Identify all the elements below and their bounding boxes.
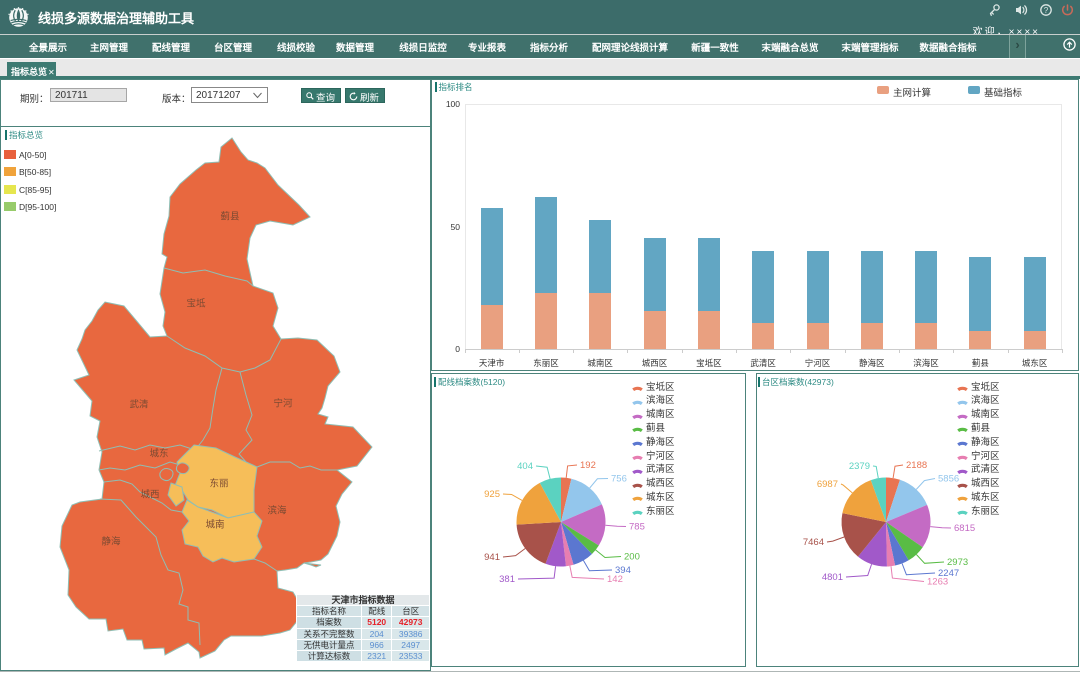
svg-text:6987: 6987	[817, 479, 838, 490]
svg-text:滨海: 滨海	[267, 505, 287, 517]
svg-text:2379: 2379	[849, 461, 870, 472]
svg-text:785: 785	[629, 522, 645, 533]
svg-text:城东: 城东	[149, 448, 168, 460]
svg-text:4801: 4801	[822, 572, 843, 583]
svg-text:?: ?	[1044, 6, 1049, 15]
svg-text:142: 142	[607, 574, 623, 585]
svg-text:城南: 城南	[205, 519, 224, 531]
svg-text:381: 381	[499, 574, 515, 585]
svg-text:5856: 5856	[938, 474, 959, 485]
svg-text:宝坻: 宝坻	[186, 298, 206, 310]
svg-text:城西: 城西	[140, 490, 159, 501]
svg-text:东丽: 东丽	[209, 478, 228, 490]
svg-text:2973: 2973	[947, 557, 968, 568]
svg-text:200: 200	[624, 552, 640, 563]
svg-text:941: 941	[484, 552, 500, 563]
svg-text:蓟县: 蓟县	[220, 211, 239, 223]
svg-text:武清: 武清	[129, 399, 149, 411]
svg-text:静海: 静海	[101, 536, 121, 548]
svg-text:404: 404	[517, 461, 533, 472]
svg-text:宁河: 宁河	[273, 398, 293, 410]
svg-text:6815: 6815	[954, 523, 975, 534]
svg-text:2188: 2188	[906, 460, 927, 471]
svg-text:756: 756	[611, 474, 627, 485]
svg-text:925: 925	[484, 489, 500, 500]
svg-text:7464: 7464	[803, 537, 824, 548]
svg-text:1263: 1263	[927, 577, 948, 588]
svg-text:192: 192	[580, 460, 596, 471]
